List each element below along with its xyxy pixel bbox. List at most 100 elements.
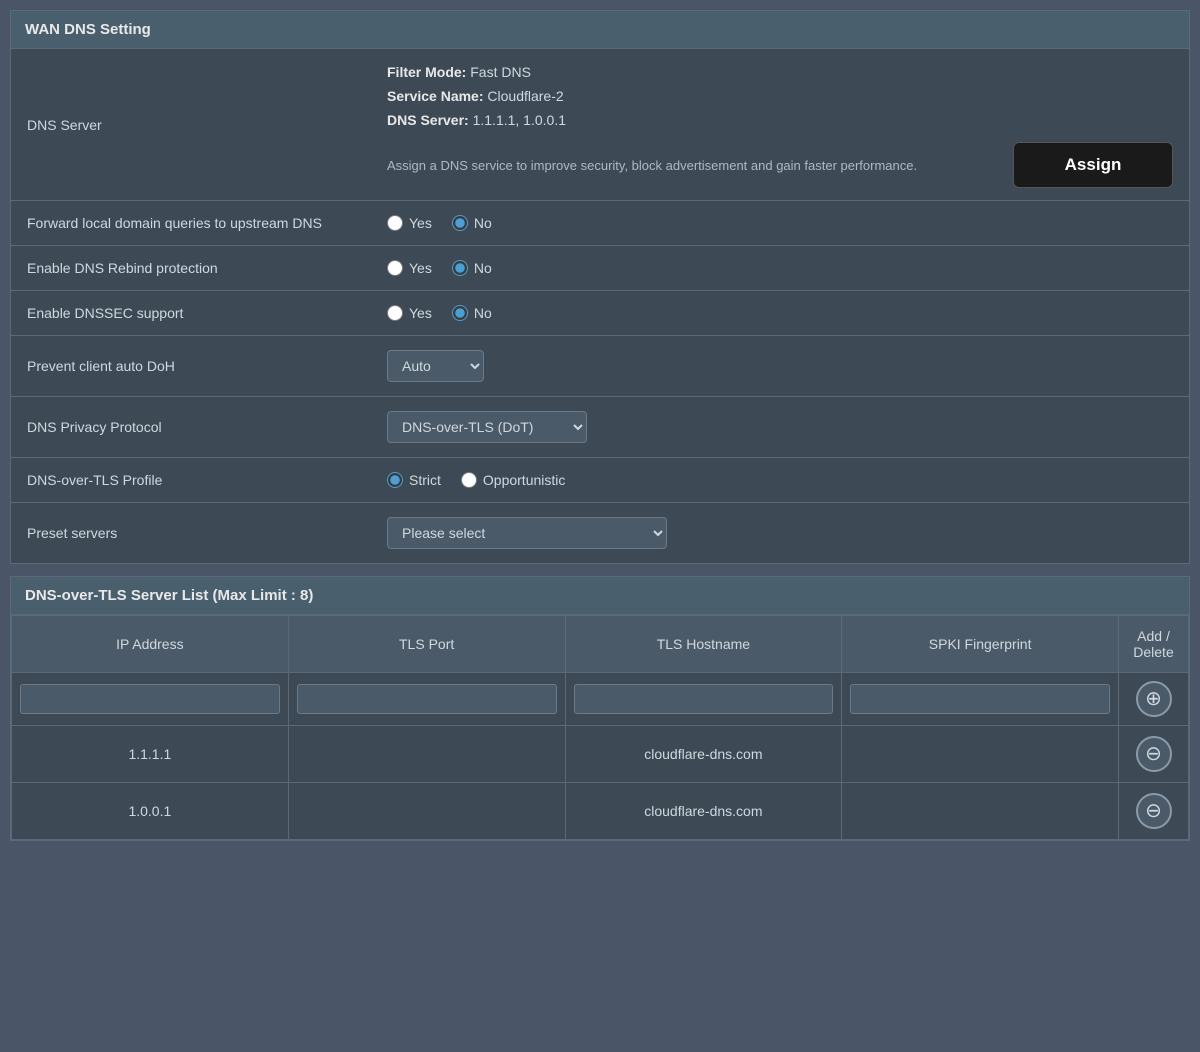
forward-local-no-label[interactable]: No bbox=[452, 215, 492, 231]
add-server-button[interactable]: ⊕ bbox=[1136, 681, 1172, 717]
server-row-1-delete-cell: ⊖ bbox=[1119, 726, 1189, 783]
preset-servers-row: Preset servers Please select Cloudflare … bbox=[11, 503, 1189, 564]
prevent-doh-label: Prevent client auto DoH bbox=[11, 336, 371, 397]
wan-dns-panel-title: WAN DNS Setting bbox=[11, 11, 1189, 49]
dns-privacy-select[interactable]: DNS-over-TLS (DoT) DNS-over-HTTPS (DoH) … bbox=[387, 411, 587, 443]
dot-server-table: IP Address TLS Port TLS Hostname SPKI Fi… bbox=[11, 615, 1189, 840]
forward-local-value: Yes No bbox=[371, 201, 1189, 246]
dnssec-value: Yes No bbox=[371, 291, 1189, 336]
dot-profile-label: DNS-over-TLS Profile bbox=[11, 458, 371, 503]
tls-hostname-input[interactable] bbox=[574, 684, 834, 714]
dns-rebind-no-label[interactable]: No bbox=[452, 260, 492, 276]
filter-mode-text: Filter Mode: Fast DNS bbox=[387, 61, 1173, 85]
add-button-cell: ⊕ bbox=[1119, 673, 1189, 726]
dnssec-no-label[interactable]: No bbox=[452, 305, 492, 321]
tls-port-input[interactable] bbox=[297, 684, 557, 714]
dot-opportunistic-text: Opportunistic bbox=[483, 472, 565, 488]
server-row-2-spki bbox=[842, 783, 1119, 840]
dns-privacy-value: DNS-over-TLS (DoT) DNS-over-HTTPS (DoH) … bbox=[371, 397, 1189, 458]
dns-rebind-value: Yes No bbox=[371, 246, 1189, 291]
forward-local-yes-radio[interactable] bbox=[387, 215, 403, 231]
server-row-2-ip: 1.0.0.1 bbox=[12, 783, 289, 840]
assign-button[interactable]: Assign bbox=[1013, 142, 1173, 188]
preset-servers-value: Please select Cloudflare Google Quad9 bbox=[371, 503, 1189, 564]
col-ip-address: IP Address bbox=[12, 616, 289, 673]
dot-opportunistic-label[interactable]: Opportunistic bbox=[461, 472, 565, 488]
service-name-value: Cloudflare-2 bbox=[487, 88, 563, 104]
prevent-doh-value: Auto Enabled Disabled bbox=[371, 336, 1189, 397]
service-name-label: Service Name: bbox=[387, 88, 484, 104]
spki-fingerprint-input[interactable] bbox=[850, 684, 1110, 714]
col-spki-fingerprint: SPKI Fingerprint bbox=[842, 616, 1119, 673]
dot-strict-radio[interactable] bbox=[387, 472, 403, 488]
prevent-doh-row: Prevent client auto DoH Auto Enabled Dis… bbox=[11, 336, 1189, 397]
forward-local-yes-text: Yes bbox=[409, 215, 432, 231]
dns-server-value-cell: Filter Mode: Fast DNS Service Name: Clou… bbox=[371, 49, 1189, 201]
ip-input-cell bbox=[12, 673, 289, 726]
forward-local-no-text: No bbox=[474, 215, 492, 231]
server-row-1-ip: 1.1.1.1 bbox=[12, 726, 289, 783]
dot-strict-label[interactable]: Strict bbox=[387, 472, 441, 488]
dns-rebind-yes-text: Yes bbox=[409, 260, 432, 276]
dns-server-label: DNS Server bbox=[11, 49, 371, 201]
server-row-1-hostname: cloudflare-dns.com bbox=[565, 726, 842, 783]
dot-profile-value: Strict Opportunistic bbox=[371, 458, 1189, 503]
col-add-delete: Add /Delete bbox=[1119, 616, 1189, 673]
server-input-row: ⊕ bbox=[12, 673, 1189, 726]
dnssec-radio-group: Yes No bbox=[387, 305, 1173, 321]
dot-server-list-panel: DNS-over-TLS Server List (Max Limit : 8)… bbox=[10, 576, 1190, 841]
dot-opportunistic-radio[interactable] bbox=[461, 472, 477, 488]
dnssec-no-radio[interactable] bbox=[452, 305, 468, 321]
server-row-1: 1.1.1.1 cloudflare-dns.com ⊖ bbox=[12, 726, 1189, 783]
dns-server-ips: 1.1.1.1, 1.0.0.1 bbox=[473, 112, 566, 128]
dnssec-label: Enable DNSSEC support bbox=[11, 291, 371, 336]
server-row-1-spki bbox=[842, 726, 1119, 783]
preset-servers-select[interactable]: Please select Cloudflare Google Quad9 bbox=[387, 517, 667, 549]
dnssec-row: Enable DNSSEC support Yes No bbox=[11, 291, 1189, 336]
dot-profile-radio-group: Strict Opportunistic bbox=[387, 472, 1173, 488]
dns-rebind-label: Enable DNS Rebind protection bbox=[11, 246, 371, 291]
prevent-doh-select[interactable]: Auto Enabled Disabled bbox=[387, 350, 484, 382]
wan-dns-panel: WAN DNS Setting DNS Server Filter Mode: … bbox=[10, 10, 1190, 564]
server-row-1-port bbox=[288, 726, 565, 783]
server-row-2-delete-cell: ⊖ bbox=[1119, 783, 1189, 840]
remove-server-2-button[interactable]: ⊖ bbox=[1136, 793, 1172, 829]
forward-local-no-radio[interactable] bbox=[452, 215, 468, 231]
filter-mode-label: Filter Mode: bbox=[387, 64, 466, 80]
forward-local-yes-label[interactable]: Yes bbox=[387, 215, 432, 231]
dns-rebind-no-text: No bbox=[474, 260, 492, 276]
hostname-input-cell bbox=[565, 673, 842, 726]
dnssec-yes-radio[interactable] bbox=[387, 305, 403, 321]
col-tls-port: TLS Port bbox=[288, 616, 565, 673]
server-row-2-port bbox=[288, 783, 565, 840]
wan-dns-settings-table: DNS Server Filter Mode: Fast DNS Service… bbox=[11, 49, 1189, 563]
dnssec-yes-label[interactable]: Yes bbox=[387, 305, 432, 321]
server-row-2: 1.0.0.1 cloudflare-dns.com ⊖ bbox=[12, 783, 1189, 840]
remove-server-1-button[interactable]: ⊖ bbox=[1136, 736, 1172, 772]
dns-info-block: Filter Mode: Fast DNS Service Name: Clou… bbox=[387, 61, 1173, 132]
spki-input-cell bbox=[842, 673, 1119, 726]
service-name-text: Service Name: Cloudflare-2 bbox=[387, 85, 1173, 109]
dot-profile-row: DNS-over-TLS Profile Strict Opportunisti… bbox=[11, 458, 1189, 503]
dns-rebind-radio-group: Yes No bbox=[387, 260, 1173, 276]
col-tls-hostname: TLS Hostname bbox=[565, 616, 842, 673]
dns-server-row: DNS Server Filter Mode: Fast DNS Service… bbox=[11, 49, 1189, 201]
assign-description: Assign a DNS service to improve security… bbox=[387, 158, 997, 173]
forward-local-row: Forward local domain queries to upstream… bbox=[11, 201, 1189, 246]
forward-local-radio-group: Yes No bbox=[387, 215, 1173, 231]
dns-rebind-yes-label[interactable]: Yes bbox=[387, 260, 432, 276]
dns-privacy-row: DNS Privacy Protocol DNS-over-TLS (DoT) … bbox=[11, 397, 1189, 458]
assign-row: Assign a DNS service to improve security… bbox=[387, 142, 1173, 188]
forward-local-label: Forward local domain queries to upstream… bbox=[11, 201, 371, 246]
filter-mode-value: Fast DNS bbox=[470, 64, 531, 80]
server-table-header-row: IP Address TLS Port TLS Hostname SPKI Fi… bbox=[12, 616, 1189, 673]
preset-servers-label: Preset servers bbox=[11, 503, 371, 564]
dns-rebind-no-radio[interactable] bbox=[452, 260, 468, 276]
ip-address-input[interactable] bbox=[20, 684, 280, 714]
dnssec-yes-text: Yes bbox=[409, 305, 432, 321]
dns-server-label-text: DNS Server: bbox=[387, 112, 469, 128]
server-row-2-hostname: cloudflare-dns.com bbox=[565, 783, 842, 840]
dns-server-text: DNS Server: 1.1.1.1, 1.0.0.1 bbox=[387, 109, 1173, 133]
dot-server-list-title: DNS-over-TLS Server List (Max Limit : 8) bbox=[11, 577, 1189, 615]
dns-rebind-yes-radio[interactable] bbox=[387, 260, 403, 276]
